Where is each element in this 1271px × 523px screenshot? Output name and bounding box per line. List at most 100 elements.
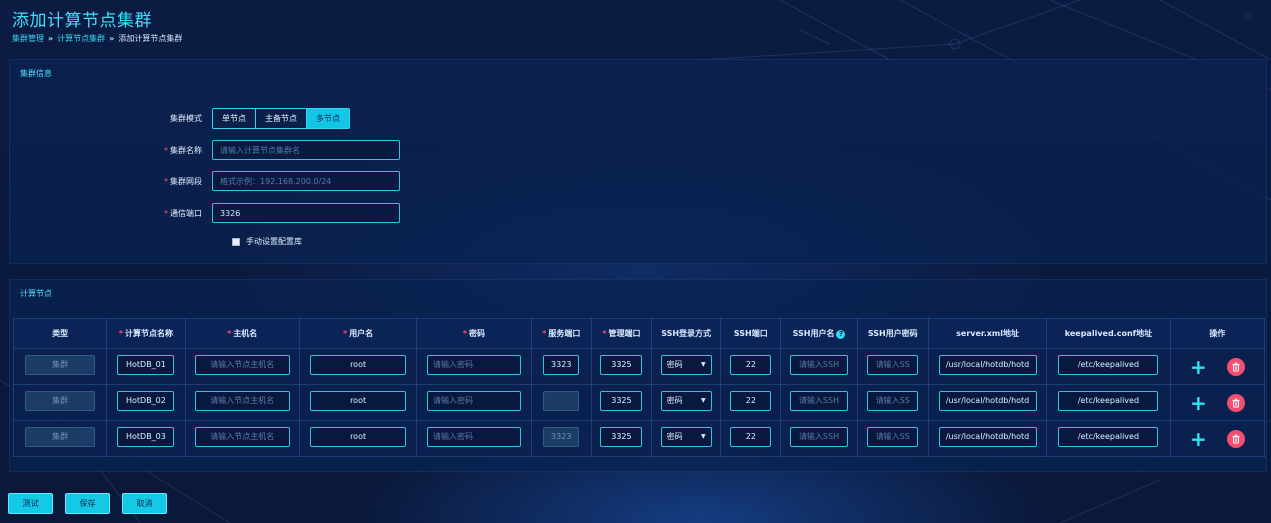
col-hostname: 主机名	[233, 329, 258, 338]
username-input[interactable]: root	[310, 355, 407, 375]
hostname-input-value: 请输入节点主机名	[210, 396, 275, 405]
password-input[interactable]: 请输入密码	[426, 355, 521, 375]
col-password: 密码	[469, 329, 486, 338]
service-port-input-value: 3323	[551, 432, 572, 441]
ssh-user-input-value: 请输入SSH	[798, 432, 840, 441]
trash-icon[interactable]	[1226, 393, 1245, 412]
username-input[interactable]: root	[310, 391, 407, 411]
ssh-login-select-value: 密码	[666, 396, 683, 405]
save-button[interactable]: 保存	[65, 493, 110, 514]
ssh-login-select-value: 密码	[666, 360, 683, 369]
required-mark: *	[227, 329, 232, 338]
hostname-input[interactable]: 请输入节点主机名	[194, 355, 290, 375]
ssh-port-input[interactable]: 22	[730, 355, 772, 375]
keepalived-input-value: /etc/keepalived	[1077, 396, 1140, 405]
service-port-input[interactable]: 3323	[543, 427, 580, 447]
comm-port-input[interactable]	[212, 203, 400, 223]
ssh-port-input[interactable]: 22	[730, 391, 772, 411]
node-name-input-value: HotDB_03	[125, 432, 166, 441]
type-field: 集群	[25, 391, 96, 411]
ssh-login-select[interactable]: 密码 ▼	[660, 391, 712, 411]
mode-multi-node[interactable]: 多节点	[307, 109, 349, 128]
type-field-value: 集群	[52, 360, 69, 369]
ssh-user-input-value: 请输入SSH	[798, 396, 840, 405]
manual-config-db-checkbox[interactable]	[232, 237, 240, 246]
ssh-password-input[interactable]: 请输入SS	[867, 391, 919, 411]
server-xml-input-value: /usr/local/hotdb/hotd	[945, 396, 1030, 405]
hostname-input[interactable]: 请输入节点主机名	[194, 427, 290, 447]
password-input-value: 请输入密码	[432, 432, 473, 441]
username-input[interactable]: root	[310, 427, 407, 447]
table-row: 集群 HotDB_03 请输入节点主机名 root 请输入密码 3323 3325 密码 ▼ 22…	[12, 420, 1266, 457]
ssh-login-select[interactable]: 密码 ▼	[660, 355, 712, 375]
server-xml-input[interactable]: /usr/local/hotdb/hotd	[938, 355, 1037, 375]
server-xml-input-value: /usr/local/hotdb/hotd	[945, 432, 1030, 441]
ssh-port-input[interactable]: 22	[730, 427, 772, 447]
mode-master-slave[interactable]: 主备节点	[256, 109, 307, 128]
keepalived-input[interactable]: /etc/keepalived	[1058, 355, 1159, 375]
password-input[interactable]: 请输入密码	[426, 391, 521, 411]
ssh-user-input-value: 请输入SSH	[798, 360, 840, 369]
ssh-login-select[interactable]: 密码 ▼	[660, 427, 712, 447]
manual-config-db-label: 手动设置配置库	[246, 237, 302, 246]
manage-port-input[interactable]: 3325	[600, 355, 643, 375]
ssh-port-input-value: 22	[745, 396, 756, 405]
plus-icon[interactable]: +	[1190, 429, 1207, 449]
manage-port-input[interactable]: 3325	[600, 427, 643, 447]
server-xml-input[interactable]: /usr/local/hotdb/hotd	[938, 427, 1037, 447]
cluster-name-row: * 集群名称	[10, 140, 400, 160]
plus-icon[interactable]: +	[1190, 357, 1207, 377]
cluster-mode-row: 集群模式 单节点 主备节点 多节点	[10, 108, 350, 129]
node-name-input[interactable]: HotDB_02	[117, 391, 175, 411]
type-field-value: 集群	[52, 432, 69, 441]
service-port-input[interactable]	[543, 391, 580, 411]
col-keepalived: keepalived.conf地址	[1046, 318, 1171, 349]
manage-port-input-value: 3325	[611, 396, 632, 405]
ssh-password-input[interactable]: 请输入SS	[867, 427, 919, 447]
test-button[interactable]: 测试	[8, 493, 53, 514]
required-mark: *	[343, 329, 348, 338]
cluster-network-input[interactable]	[212, 171, 400, 191]
type-field-value: 集群	[52, 396, 69, 405]
compute-nodes-table: 类型 * 计算节点名称 * 主机名 * 用户名 * 密码 * 服务端口 * 管理端口 SSH…	[12, 318, 1266, 457]
trash-icon[interactable]	[1226, 429, 1245, 448]
password-input-value: 请输入密码	[432, 396, 473, 405]
comm-port-label: 通信端口	[170, 208, 202, 218]
password-input[interactable]: 请输入密码	[426, 427, 521, 447]
keepalived-input[interactable]: /etc/keepalived	[1058, 391, 1159, 411]
breadcrumb-separator: »	[48, 34, 54, 43]
hostname-input[interactable]: 请输入节点主机名	[194, 391, 290, 411]
breadcrumb-current: 添加计算节点集群	[118, 34, 183, 43]
ssh-password-input[interactable]: 请输入SS	[867, 355, 919, 375]
plus-icon[interactable]: +	[1190, 393, 1207, 413]
node-name-input-value: HotDB_01	[125, 360, 166, 369]
mode-single-node[interactable]: 单节点	[213, 109, 256, 128]
breadcrumb-cluster-management[interactable]: 集群管理	[12, 33, 44, 44]
manual-config-db-row: 手动设置配置库	[232, 236, 302, 247]
breadcrumb: 集群管理 » 计算节点集群 » 添加计算节点集群	[12, 33, 182, 44]
server-xml-input[interactable]: /usr/local/hotdb/hotd	[938, 391, 1037, 411]
cancel-button[interactable]: 取消	[122, 493, 167, 514]
node-name-input[interactable]: HotDB_03	[117, 427, 175, 447]
keepalived-input[interactable]: /etc/keepalived	[1058, 427, 1159, 447]
type-field: 集群	[25, 355, 96, 375]
hostname-input-value: 请输入节点主机名	[210, 360, 275, 369]
cluster-mode-selector: 单节点 主备节点 多节点	[212, 108, 350, 129]
service-port-input[interactable]: 3323	[543, 355, 580, 375]
cluster-name-input[interactable]	[212, 140, 400, 160]
service-port-input-value: 3323	[551, 360, 572, 369]
password-input-value: 请输入密码	[432, 360, 473, 369]
question-circle-icon[interactable]: ?	[836, 330, 846, 339]
ssh-user-input[interactable]: 请输入SSH	[790, 391, 849, 411]
col-node-name: 计算节点名称	[125, 329, 174, 338]
node-name-input[interactable]: HotDB_01	[117, 355, 175, 375]
ssh-user-input[interactable]: 请输入SSH	[790, 427, 849, 447]
trash-icon[interactable]	[1226, 357, 1245, 376]
ssh-password-input-value: 请输入SS	[875, 432, 910, 441]
col-service-port: 服务端口	[548, 329, 581, 338]
keepalived-input-value: /etc/keepalived	[1077, 360, 1140, 369]
ssh-user-input[interactable]: 请输入SSH	[790, 355, 849, 375]
caret-down-icon: ▼	[701, 433, 706, 440]
breadcrumb-compute-cluster[interactable]: 计算节点集群	[57, 33, 105, 44]
manage-port-input[interactable]: 3325	[600, 391, 643, 411]
